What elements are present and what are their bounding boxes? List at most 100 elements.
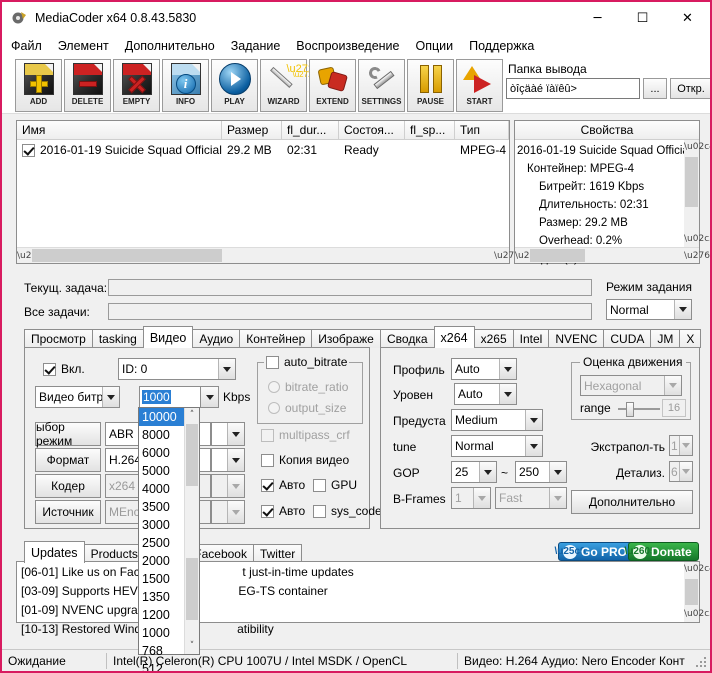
- source-button[interactable]: Источник: [35, 500, 101, 524]
- column-header-type[interactable]: Тип: [455, 121, 509, 139]
- bitrate-mode-select[interactable]: Видео битрей: [35, 386, 120, 408]
- level-select[interactable]: Auto: [454, 383, 517, 405]
- extend-button[interactable]: EXTEND: [309, 59, 356, 112]
- chevron-down-icon[interactable]: [549, 462, 566, 482]
- tab-image[interactable]: Изображе: [311, 329, 381, 348]
- tab-audio[interactable]: Аудио: [192, 329, 241, 348]
- dropdown-option[interactable]: 512: [139, 660, 199, 671]
- scroll-left-icon[interactable]: \u276e: [515, 251, 546, 261]
- tab-preview[interactable]: Просмотр: [24, 329, 93, 348]
- properties-hscrollbar[interactable]: \u276e \u276f: [515, 247, 710, 263]
- gop-min-select[interactable]: 25: [451, 461, 497, 483]
- advanced-button[interactable]: Дополнительно: [571, 490, 693, 514]
- range-slider[interactable]: [618, 401, 660, 417]
- file-list-hscrollbar[interactable]: \u276e \u276f: [17, 247, 523, 263]
- chevron-down-icon[interactable]: [227, 423, 244, 445]
- tab-video[interactable]: Видео: [142, 326, 194, 348]
- bitrate-dropdown-button[interactable]: [201, 386, 219, 408]
- scroll-right-icon[interactable]: \u276f: [684, 251, 710, 261]
- tab-container[interactable]: Контейнер: [239, 329, 313, 348]
- video-stream-select[interactable]: ID: 0: [118, 358, 236, 380]
- scroll-up-icon[interactable]: ˄: [185, 408, 199, 423]
- mode-dropdown[interactable]: [211, 422, 245, 446]
- wizard-button[interactable]: \u2726 \u2726 WIZARD: [260, 59, 320, 112]
- scroll-down-icon[interactable]: ˅: [185, 639, 199, 654]
- task-mode-select[interactable]: Normal: [606, 299, 692, 320]
- settings-button[interactable]: SETTINGS: [358, 59, 405, 112]
- menu-item-file[interactable]: Файл: [11, 37, 50, 55]
- column-header-name[interactable]: Имя: [17, 121, 222, 139]
- tab-summary[interactable]: Сводка: [380, 329, 435, 348]
- scroll-down-icon[interactable]: \u02c5: [684, 232, 710, 247]
- tab-cuda[interactable]: CUDA: [603, 329, 652, 348]
- mode-select-button[interactable]: ыбор режим: [35, 420, 101, 448]
- open-folder-button[interactable]: Откр.: [670, 78, 710, 99]
- donate-button[interactable]: \u2605 Donate: [624, 542, 699, 561]
- delete-button[interactable]: DELETE: [64, 59, 111, 112]
- tab-x265[interactable]: x265: [473, 329, 514, 348]
- list-item[interactable]: [10-13] Restored Wind atibility: [17, 619, 699, 638]
- scroll-up-icon[interactable]: \u02c4: [684, 140, 710, 155]
- bitrate-ratio-radio[interactable]: bitrate_ratio: [268, 380, 348, 394]
- pause-button[interactable]: PAUSE: [407, 59, 454, 112]
- scroll-right-icon[interactable]: \u276f: [494, 251, 523, 261]
- profile-select[interactable]: Auto: [451, 358, 517, 380]
- browse-folder-button[interactable]: ...: [643, 78, 667, 99]
- tab-updates[interactable]: Updates: [24, 541, 85, 563]
- file-list[interactable]: Имя Размер fl_dur... Состоя... fl_sp... …: [16, 120, 523, 264]
- chevron-down-icon[interactable]: [479, 462, 496, 482]
- gpu-checkbox[interactable]: GPU: [313, 478, 357, 492]
- column-header-speed[interactable]: fl_sp...: [405, 121, 455, 139]
- tune-select[interactable]: Normal: [451, 435, 543, 457]
- tab-jm[interactable]: JM: [650, 329, 681, 348]
- dropdown-vscrollbar[interactable]: ˄ ˅: [184, 408, 199, 654]
- bitrate-dropdown-list[interactable]: 10000 8000 6000 5000 4000 3500 3000 2500…: [138, 407, 200, 671]
- chevron-down-icon[interactable]: [525, 436, 542, 456]
- table-row[interactable]: 2016-01-19 Suicide Squad Official ... 29…: [17, 140, 509, 160]
- encoder-button[interactable]: Кодер: [35, 474, 101, 498]
- preset-select[interactable]: Medium: [451, 409, 543, 431]
- empty-button[interactable]: EMPTY: [113, 59, 160, 112]
- chevron-down-icon[interactable]: [525, 410, 542, 430]
- start-button[interactable]: START: [456, 59, 503, 112]
- minimize-button[interactable]: ─: [575, 2, 620, 34]
- auto-gpu-checkbox[interactable]: Авто: [261, 478, 305, 492]
- copy-video-checkbox[interactable]: Копия видео: [261, 453, 349, 467]
- chevron-down-icon[interactable]: [499, 359, 516, 379]
- news-vscrollbar[interactable]: \u02c4 \u02c5: [684, 562, 710, 622]
- menu-item-options[interactable]: Опции: [415, 37, 461, 55]
- tab-overflow[interactable]: Х: [679, 329, 702, 348]
- bitrate-input[interactable]: 1000: [139, 386, 201, 408]
- gop-max-select[interactable]: 250: [515, 461, 567, 483]
- chevron-down-icon[interactable]: [218, 359, 235, 379]
- properties-vscrollbar[interactable]: \u02c4 \u02c5: [684, 140, 710, 247]
- menu-item-element[interactable]: Элемент: [58, 37, 117, 55]
- chevron-down-icon[interactable]: [227, 449, 244, 471]
- tab-intel[interactable]: Intel: [512, 329, 550, 348]
- resize-grip-icon[interactable]: [696, 657, 708, 669]
- add-button[interactable]: ADD: [15, 59, 62, 112]
- column-header-duration[interactable]: fl_dur...: [282, 121, 339, 139]
- close-button[interactable]: ✕: [665, 2, 710, 34]
- list-item[interactable]: [06-01] Like us on Face t just-in-time u…: [17, 562, 699, 581]
- auto-syscodec-checkbox[interactable]: Авто: [261, 504, 305, 518]
- tab-x264[interactable]: x264: [433, 326, 475, 348]
- menu-item-playback[interactable]: Воспроизведение: [296, 37, 407, 55]
- chevron-down-icon[interactable]: [499, 384, 516, 404]
- tab-tasking[interactable]: tasking: [91, 329, 144, 348]
- news-list[interactable]: [06-01] Like us on Face t just-in-time u…: [16, 561, 710, 636]
- format-button[interactable]: Формат: [35, 448, 101, 472]
- list-item[interactable]: [03-09] Supports HEVC EG-TS container: [17, 581, 699, 600]
- row-checkbox[interactable]: [22, 143, 40, 157]
- scroll-left-icon[interactable]: \u276e: [17, 251, 48, 261]
- play-button[interactable]: PLAY: [211, 59, 258, 112]
- chevron-down-icon[interactable]: [674, 300, 691, 319]
- maximize-button[interactable]: ☐: [620, 2, 665, 34]
- list-item[interactable]: [01-09] NVENC upgrad: [17, 600, 699, 619]
- scroll-down-icon[interactable]: \u02c5: [684, 607, 710, 622]
- auto-bitrate-checkbox[interactable]: auto_bitrate: [264, 355, 350, 369]
- output-folder-input[interactable]: [506, 78, 640, 99]
- column-header-state[interactable]: Состоя...: [339, 121, 405, 139]
- format-dropdown[interactable]: [211, 448, 245, 472]
- menu-item-advanced[interactable]: Дополнительно: [125, 37, 223, 55]
